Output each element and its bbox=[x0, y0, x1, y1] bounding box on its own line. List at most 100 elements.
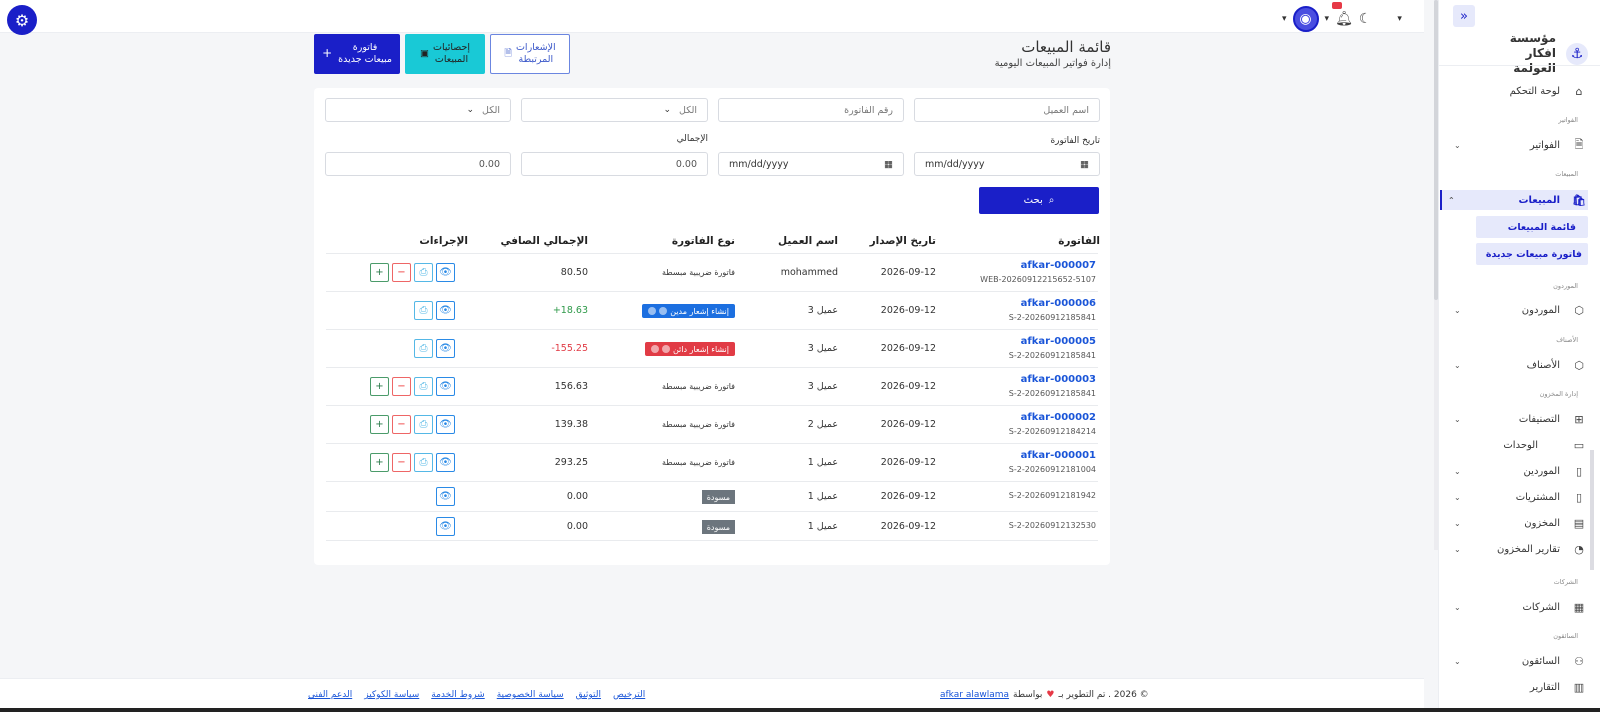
status-select[interactable]: الكل ⌄ bbox=[325, 98, 511, 122]
footer-link-support[interactable]: الدعم الفني bbox=[308, 690, 352, 700]
settings-gear-icon[interactable]: ⚙ bbox=[7, 5, 37, 35]
sidebar-item-dashboard[interactable]: ⌂ لوحة التحكم bbox=[1448, 81, 1588, 101]
view-eye-icon[interactable]: 👁︎ bbox=[436, 263, 455, 282]
menu-chevron-down-icon[interactable]: ▾ bbox=[1397, 14, 1402, 24]
view-eye-icon[interactable]: 👁︎ bbox=[436, 453, 455, 472]
cart-icon: ▯ bbox=[1575, 490, 1583, 504]
sidebar-item-suppliers2[interactable]: ▯ الموردين ⌄ bbox=[1448, 461, 1588, 481]
company-link[interactable]: afkar alawlama bbox=[940, 690, 1009, 700]
user-avatar-icon[interactable]: ◉ bbox=[1292, 6, 1319, 32]
col-type: نوع الفاتورة bbox=[671, 235, 735, 247]
section-drivers: السائقون bbox=[1553, 632, 1578, 640]
sidebar-item-invoices[interactable]: 🗎 الفواتير ⌄ bbox=[1448, 135, 1588, 155]
invoice-date: 2026-09-12 bbox=[880, 457, 936, 468]
language-chevron-down-icon[interactable]: ▾ bbox=[1282, 14, 1287, 24]
sidebar-item-stock[interactable]: ▤ المخزون ⌄ bbox=[1448, 513, 1588, 533]
search-button[interactable]: ⌕ بحث bbox=[979, 187, 1099, 214]
view-eye-icon[interactable]: 👁︎ bbox=[436, 301, 455, 320]
print-icon[interactable]: ⎙ bbox=[414, 377, 433, 396]
sidebar-item-label: السائقون bbox=[1521, 655, 1560, 667]
col-net: الإجمالي الصافي bbox=[500, 235, 588, 247]
by-text: بواسطة bbox=[1013, 690, 1043, 700]
sidebar-item-suppliers[interactable]: ⬡ الموردون ⌄ bbox=[1448, 300, 1588, 320]
total-to-input[interactable]: 0.00 bbox=[325, 152, 511, 176]
sidebar-item-units[interactable]: ▭ الوحدات bbox=[1448, 435, 1588, 455]
print-icon[interactable]: ⎙ bbox=[414, 415, 433, 434]
invoice-date: 2026-09-12 bbox=[880, 491, 936, 502]
invoice-number-link[interactable]: afkar-000005 bbox=[1021, 336, 1096, 347]
invoice-date: 2026-09-12 bbox=[880, 305, 936, 316]
credit-note-minus-icon[interactable]: − bbox=[392, 453, 411, 472]
bell-icon[interactable]: 🔔︎ bbox=[1335, 11, 1353, 27]
view-eye-icon[interactable]: 👁︎ bbox=[436, 487, 455, 506]
date-from-input[interactable]: mm/dd/yyyy ▦ bbox=[914, 152, 1100, 176]
document-icon: 🗎 bbox=[504, 47, 512, 59]
page-title: قائمة المبيعات bbox=[1021, 38, 1111, 56]
invoice-number-link[interactable]: afkar-000001 bbox=[1021, 450, 1096, 461]
home-icon: ⌂ bbox=[1575, 84, 1583, 98]
footer-link-cookies[interactable]: سياسة الكوكيز bbox=[364, 690, 419, 700]
customer-name: عميل 1 bbox=[807, 521, 838, 532]
sidebar-item-purchases[interactable]: ▯ المشتريات ⌄ bbox=[1448, 487, 1588, 507]
invoice-date-label: تاريخ الفاتورة bbox=[1050, 136, 1100, 146]
new-sales-invoice-button[interactable]: فاتورة مبيعات جديدة + bbox=[314, 34, 400, 74]
avatar-chevron-down-icon[interactable]: ▾ bbox=[1325, 14, 1330, 24]
customer-name: عميل 2 bbox=[807, 419, 838, 430]
debit-note-plus-icon[interactable]: + bbox=[370, 377, 389, 396]
debit-note-tag: إنشاء إشعار مدين bbox=[642, 304, 735, 318]
grid-icon: ⊞ bbox=[1574, 412, 1584, 426]
invoice-type: فاتورة ضريبية مبسطة bbox=[662, 382, 735, 391]
debit-note-plus-icon[interactable]: + bbox=[370, 415, 389, 434]
related-notices-button[interactable]: الإشعارات المرتبطة 🗎 bbox=[490, 34, 570, 74]
debit-note-plus-icon[interactable]: + bbox=[370, 453, 389, 472]
sidebar-item-reports[interactable]: ▥ التقارير bbox=[1448, 677, 1588, 697]
sidebar-item-categories[interactable]: ⬡ الأصناف ⌄ bbox=[1448, 355, 1588, 375]
invoice-type-select[interactable]: الكل ⌄ bbox=[521, 98, 708, 122]
top-bar bbox=[0, 0, 1424, 33]
invoice-number-link[interactable]: afkar-000006 bbox=[1021, 298, 1096, 309]
sidebar-item-stock-reports[interactable]: ◔ تقارير المخزون ⌄ bbox=[1448, 539, 1588, 559]
credit-note-minus-icon[interactable]: − bbox=[392, 263, 411, 282]
sidebar-item-sales[interactable]: 🛍︎ المبيعات ⌃ bbox=[1440, 190, 1588, 210]
sidebar-item-label: المخزون bbox=[1524, 517, 1560, 529]
customer-name-input[interactable]: اسم العميل bbox=[914, 98, 1100, 122]
invoice-number-link[interactable]: afkar-000003 bbox=[1021, 374, 1096, 385]
col-invoice: الفاتورة bbox=[1058, 235, 1100, 247]
new-sales-invoice-label: فاتورة مبيعات جديدة bbox=[338, 41, 392, 65]
print-icon[interactable]: ⎙ bbox=[414, 339, 433, 358]
credit-note-minus-icon[interactable]: − bbox=[392, 377, 411, 396]
view-eye-icon[interactable]: 👁︎ bbox=[436, 377, 455, 396]
chevron-down-icon: ⌄ bbox=[466, 105, 475, 115]
view-eye-icon[interactable]: 👁︎ bbox=[436, 339, 455, 358]
collapse-sidebar-icon[interactable]: » bbox=[1453, 5, 1475, 27]
invoice-number-link[interactable]: afkar-000002 bbox=[1021, 412, 1096, 423]
view-eye-icon[interactable]: 👁︎ bbox=[436, 415, 455, 434]
sidebar-subitem-sales-list[interactable]: قائمة المبيعات bbox=[1476, 216, 1588, 238]
footer-link-docs[interactable]: التوثيق bbox=[576, 690, 601, 700]
print-icon[interactable]: ⎙ bbox=[414, 453, 433, 472]
print-icon[interactable]: ⎙ bbox=[414, 301, 433, 320]
view-eye-icon[interactable]: 👁︎ bbox=[436, 517, 455, 536]
sidebar-item-drivers[interactable]: ⚇ السائقون ⌄ bbox=[1448, 651, 1588, 671]
invoice-type: فاتورة ضريبية مبسطة bbox=[662, 420, 735, 429]
debit-note-plus-icon[interactable]: + bbox=[370, 263, 389, 282]
chevron-down-icon: ⌄ bbox=[1454, 466, 1461, 476]
sidebar-item-companies[interactable]: ▦ الشركات ⌄ bbox=[1448, 597, 1588, 617]
credit-note-minus-icon[interactable]: − bbox=[392, 415, 411, 434]
moon-icon[interactable]: ☾ bbox=[1359, 11, 1372, 27]
sidebar-item-classifications[interactable]: ⊞ التصنيفات ⌄ bbox=[1448, 409, 1588, 429]
col-date: تاريخ الإصدار bbox=[869, 235, 936, 247]
date-to-input[interactable]: mm/dd/yyyy ▦ bbox=[718, 152, 904, 176]
sidebar-subitem-new-sale[interactable]: فاتورة مبيعات جديدة bbox=[1476, 243, 1588, 265]
footer-link-terms[interactable]: شروط الخدمة bbox=[431, 690, 484, 700]
print-icon[interactable]: ⎙ bbox=[414, 263, 433, 282]
total-from-input[interactable]: 0.00 bbox=[521, 152, 708, 176]
copyright-text: © 2026 . تم التطوير بـ bbox=[1058, 690, 1149, 700]
invoice-number-link[interactable]: afkar-000007 bbox=[1021, 260, 1096, 271]
invoice-ref: S-2-20260912185841 bbox=[1008, 351, 1096, 360]
footer-link-license[interactable]: الترخيص bbox=[613, 690, 645, 700]
sales-stats-button[interactable]: إحصائيات المبيعات ▣ bbox=[405, 34, 485, 74]
footer-link-privacy[interactable]: سياسة الخصوصية bbox=[497, 690, 564, 700]
sidebar-item-label: الموردين bbox=[1523, 465, 1560, 477]
invoice-number-input[interactable]: رقم الفاتورة bbox=[718, 98, 904, 122]
